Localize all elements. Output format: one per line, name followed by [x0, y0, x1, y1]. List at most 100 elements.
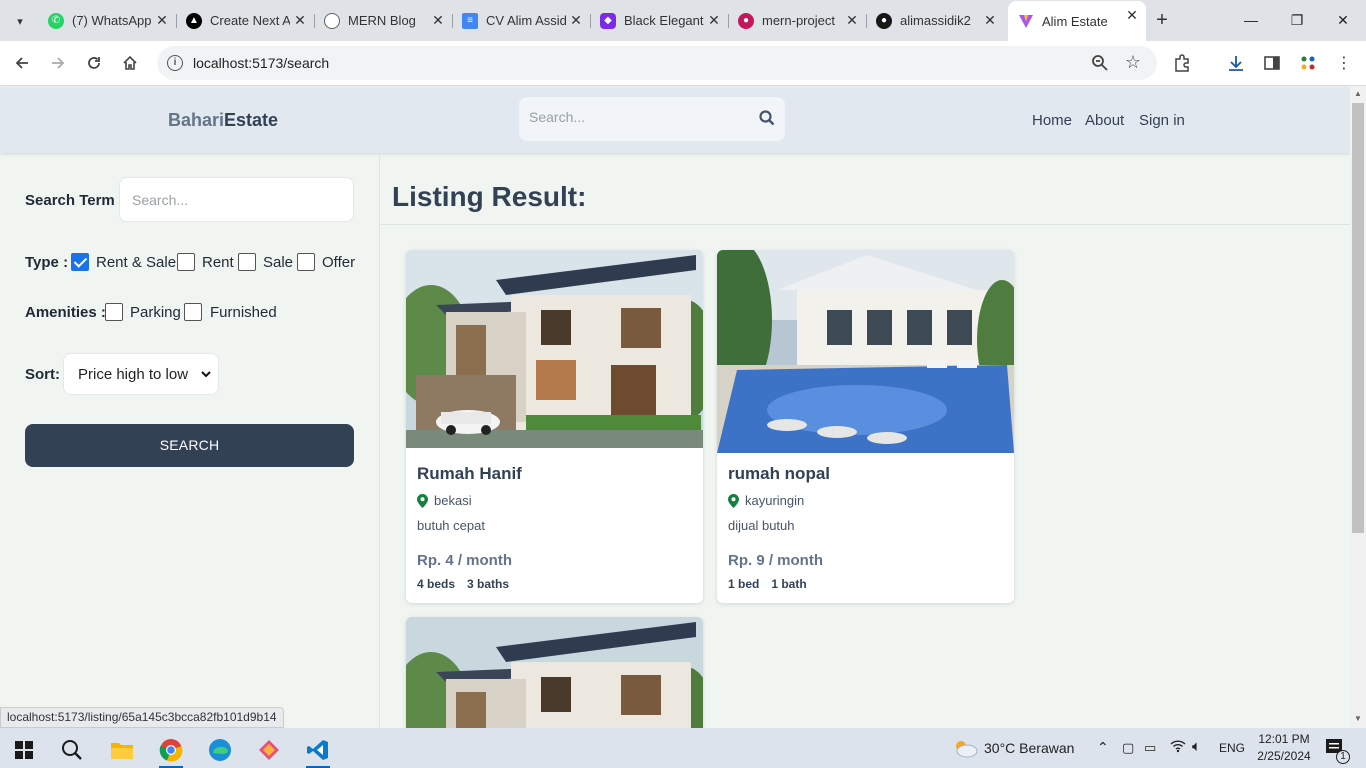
weather-text[interactable]: 30°C Berawan — [984, 740, 1074, 756]
scroll-down-icon[interactable]: ▼ — [1353, 714, 1363, 723]
search-icon[interactable] — [52, 732, 92, 768]
close-tab-icon[interactable]: ✕ — [568, 12, 584, 28]
back-button[interactable] — [10, 51, 34, 75]
volume-icon[interactable]: 🔈︎ — [1192, 738, 1201, 755]
furnished-checkbox[interactable] — [184, 303, 202, 321]
listing-description: dijual butuh — [728, 518, 795, 533]
listing-card[interactable]: Rumah Hanif bekasi butuh cepat Rp. 4 / m… — [406, 250, 703, 603]
close-tab-icon[interactable]: ✕ — [430, 12, 446, 28]
tab-github[interactable]: ● alimassidik2 ✕ — [866, 6, 1004, 35]
rent-and-sale-label: Rent & Sale — [96, 254, 177, 271]
chrome-icon[interactable] — [151, 732, 191, 768]
battery-icon[interactable]: ▭ — [1144, 740, 1156, 756]
header-search-input[interactable] — [529, 109, 749, 125]
forward-button[interactable] — [46, 51, 70, 75]
rent-label: Rent — [202, 254, 234, 271]
side-panel-icon[interactable] — [1260, 51, 1284, 75]
language-indicator[interactable]: ENG — [1219, 741, 1245, 755]
download-icon[interactable] — [1224, 51, 1248, 75]
restore-button[interactable]: ❐ — [1274, 0, 1320, 40]
close-window-button[interactable]: ✕ — [1320, 0, 1366, 40]
search-term-input[interactable] — [119, 177, 354, 222]
sort-label: Sort: — [25, 366, 60, 383]
url-text[interactable]: localhost:5173/search — [193, 55, 329, 71]
browser-menu-icon[interactable]: ⋮ — [1332, 51, 1356, 75]
minimize-button[interactable]: — — [1228, 0, 1274, 40]
offer-checkbox[interactable] — [297, 253, 315, 271]
meet-now-icon[interactable]: ▢ — [1122, 740, 1134, 756]
offer-label: Offer — [322, 254, 356, 271]
weather-icon[interactable] — [952, 738, 978, 761]
address-bar[interactable]: i localhost:5173/search ☆ — [157, 46, 1157, 80]
tab-alim-estate[interactable]: Alim Estate ✕ — [1008, 1, 1146, 41]
listing-price: Rp. 9 / month — [728, 552, 823, 569]
close-tab-icon[interactable]: ✕ — [292, 12, 308, 28]
new-tab-button[interactable]: + — [1150, 9, 1174, 33]
profile-icon: ● — [738, 12, 754, 29]
home-button[interactable] — [118, 51, 142, 75]
nav-sign-in[interactable]: Sign in — [1139, 112, 1185, 129]
listing-card[interactable]: rumah nopal kayuringin dijual butuh Rp. … — [717, 250, 1014, 603]
search-button[interactable]: SEARCH — [25, 424, 354, 467]
app-icon[interactable] — [249, 732, 289, 768]
furnished-label: Furnished — [210, 304, 277, 321]
nav-about[interactable]: About — [1085, 112, 1124, 129]
bookmark-star-icon[interactable]: ☆ — [1125, 52, 1141, 73]
site-info-icon[interactable]: i — [167, 55, 183, 71]
zoom-icon[interactable] — [1091, 54, 1109, 77]
nav-home[interactable]: Home — [1032, 112, 1072, 129]
tab-whatsapp[interactable]: ✆ (7) WhatsApp ✕ — [38, 6, 177, 35]
rent-checkbox[interactable] — [177, 253, 195, 271]
listing-name[interactable]: rumah nopal — [728, 464, 830, 484]
tab-search-button[interactable]: ▾ — [8, 9, 32, 33]
file-explorer-icon[interactable] — [102, 732, 142, 768]
divider — [381, 224, 1350, 225]
tab-mern-blog[interactable]: MERN Blog ✕ — [314, 6, 453, 35]
tab-create-next-app[interactable]: ▲ Create Next App ✕ — [176, 6, 315, 35]
sale-checkbox[interactable] — [238, 253, 256, 271]
wifi-icon[interactable] — [1170, 739, 1186, 756]
search-icon[interactable] — [759, 110, 775, 131]
browser-tab-strip: ▾ ✆ (7) WhatsApp ✕ ▲ Create Next App ✕ M… — [0, 0, 1366, 41]
tab-cv[interactable]: ≡ CV Alim Assidik ✕ — [452, 6, 591, 35]
filter-sidebar: Search Term : Type : Rent & Sale Rent Sa… — [0, 153, 380, 728]
scroll-up-icon[interactable]: ▲ — [1353, 89, 1363, 98]
vscode-icon[interactable] — [298, 732, 338, 768]
tab-canva[interactable]: ◆ Black Elegant ✕ — [590, 6, 729, 35]
amenities-label: Amenities : — [25, 304, 106, 321]
sort-select[interactable]: Price high to low — [63, 353, 219, 395]
clock-time[interactable]: 12:01 PM — [1256, 732, 1312, 746]
parking-checkbox[interactable] — [105, 303, 123, 321]
edge-icon[interactable] — [200, 732, 240, 768]
show-hidden-icons[interactable]: ⌃ — [1097, 739, 1109, 756]
close-tab-icon[interactable]: ✕ — [1124, 7, 1140, 23]
canva-icon: ◆ — [600, 12, 616, 29]
listing-location: kayuringin — [728, 493, 804, 508]
clock-date[interactable]: 2/25/2024 — [1254, 749, 1314, 763]
rent-and-sale-checkbox[interactable] — [71, 253, 89, 271]
listing-beds: 4 beds — [417, 577, 456, 591]
location-pin-icon — [417, 493, 428, 508]
close-tab-icon[interactable]: ✕ — [706, 12, 722, 28]
reload-button[interactable] — [82, 51, 106, 75]
listing-name[interactable]: Rumah Hanif — [417, 464, 522, 484]
profile-extension-icon[interactable] — [1296, 51, 1320, 75]
listing-card[interactable] — [406, 617, 703, 728]
windows-taskbar: 30°C Berawan ⌃ ▢ ▭ 🔈︎ ENG 12:01 PM 2/25/… — [0, 728, 1366, 768]
site-logo[interactable]: BahariEstate — [168, 110, 278, 131]
nextjs-icon: ▲ — [186, 12, 202, 29]
listing-image[interactable] — [717, 250, 1014, 453]
close-tab-icon[interactable]: ✕ — [154, 12, 170, 28]
scrollbar-thumb[interactable] — [1352, 103, 1364, 533]
tab-mern-project[interactable]: ● mern-project ✕ — [728, 6, 867, 35]
close-tab-icon[interactable]: ✕ — [844, 12, 860, 28]
extensions-icon[interactable] — [1170, 51, 1194, 75]
close-tab-icon[interactable]: ✕ — [982, 12, 998, 28]
listing-image[interactable] — [406, 250, 703, 448]
windows-start-icon[interactable] — [4, 732, 44, 768]
notification-count-badge: 1 — [1336, 750, 1350, 764]
listing-image[interactable] — [406, 617, 703, 728]
results-title: Listing Result: — [392, 181, 587, 212]
page-scrollbar[interactable]: ▲ ▼ — [1350, 87, 1366, 728]
listing-location-text: bekasi — [434, 493, 472, 508]
